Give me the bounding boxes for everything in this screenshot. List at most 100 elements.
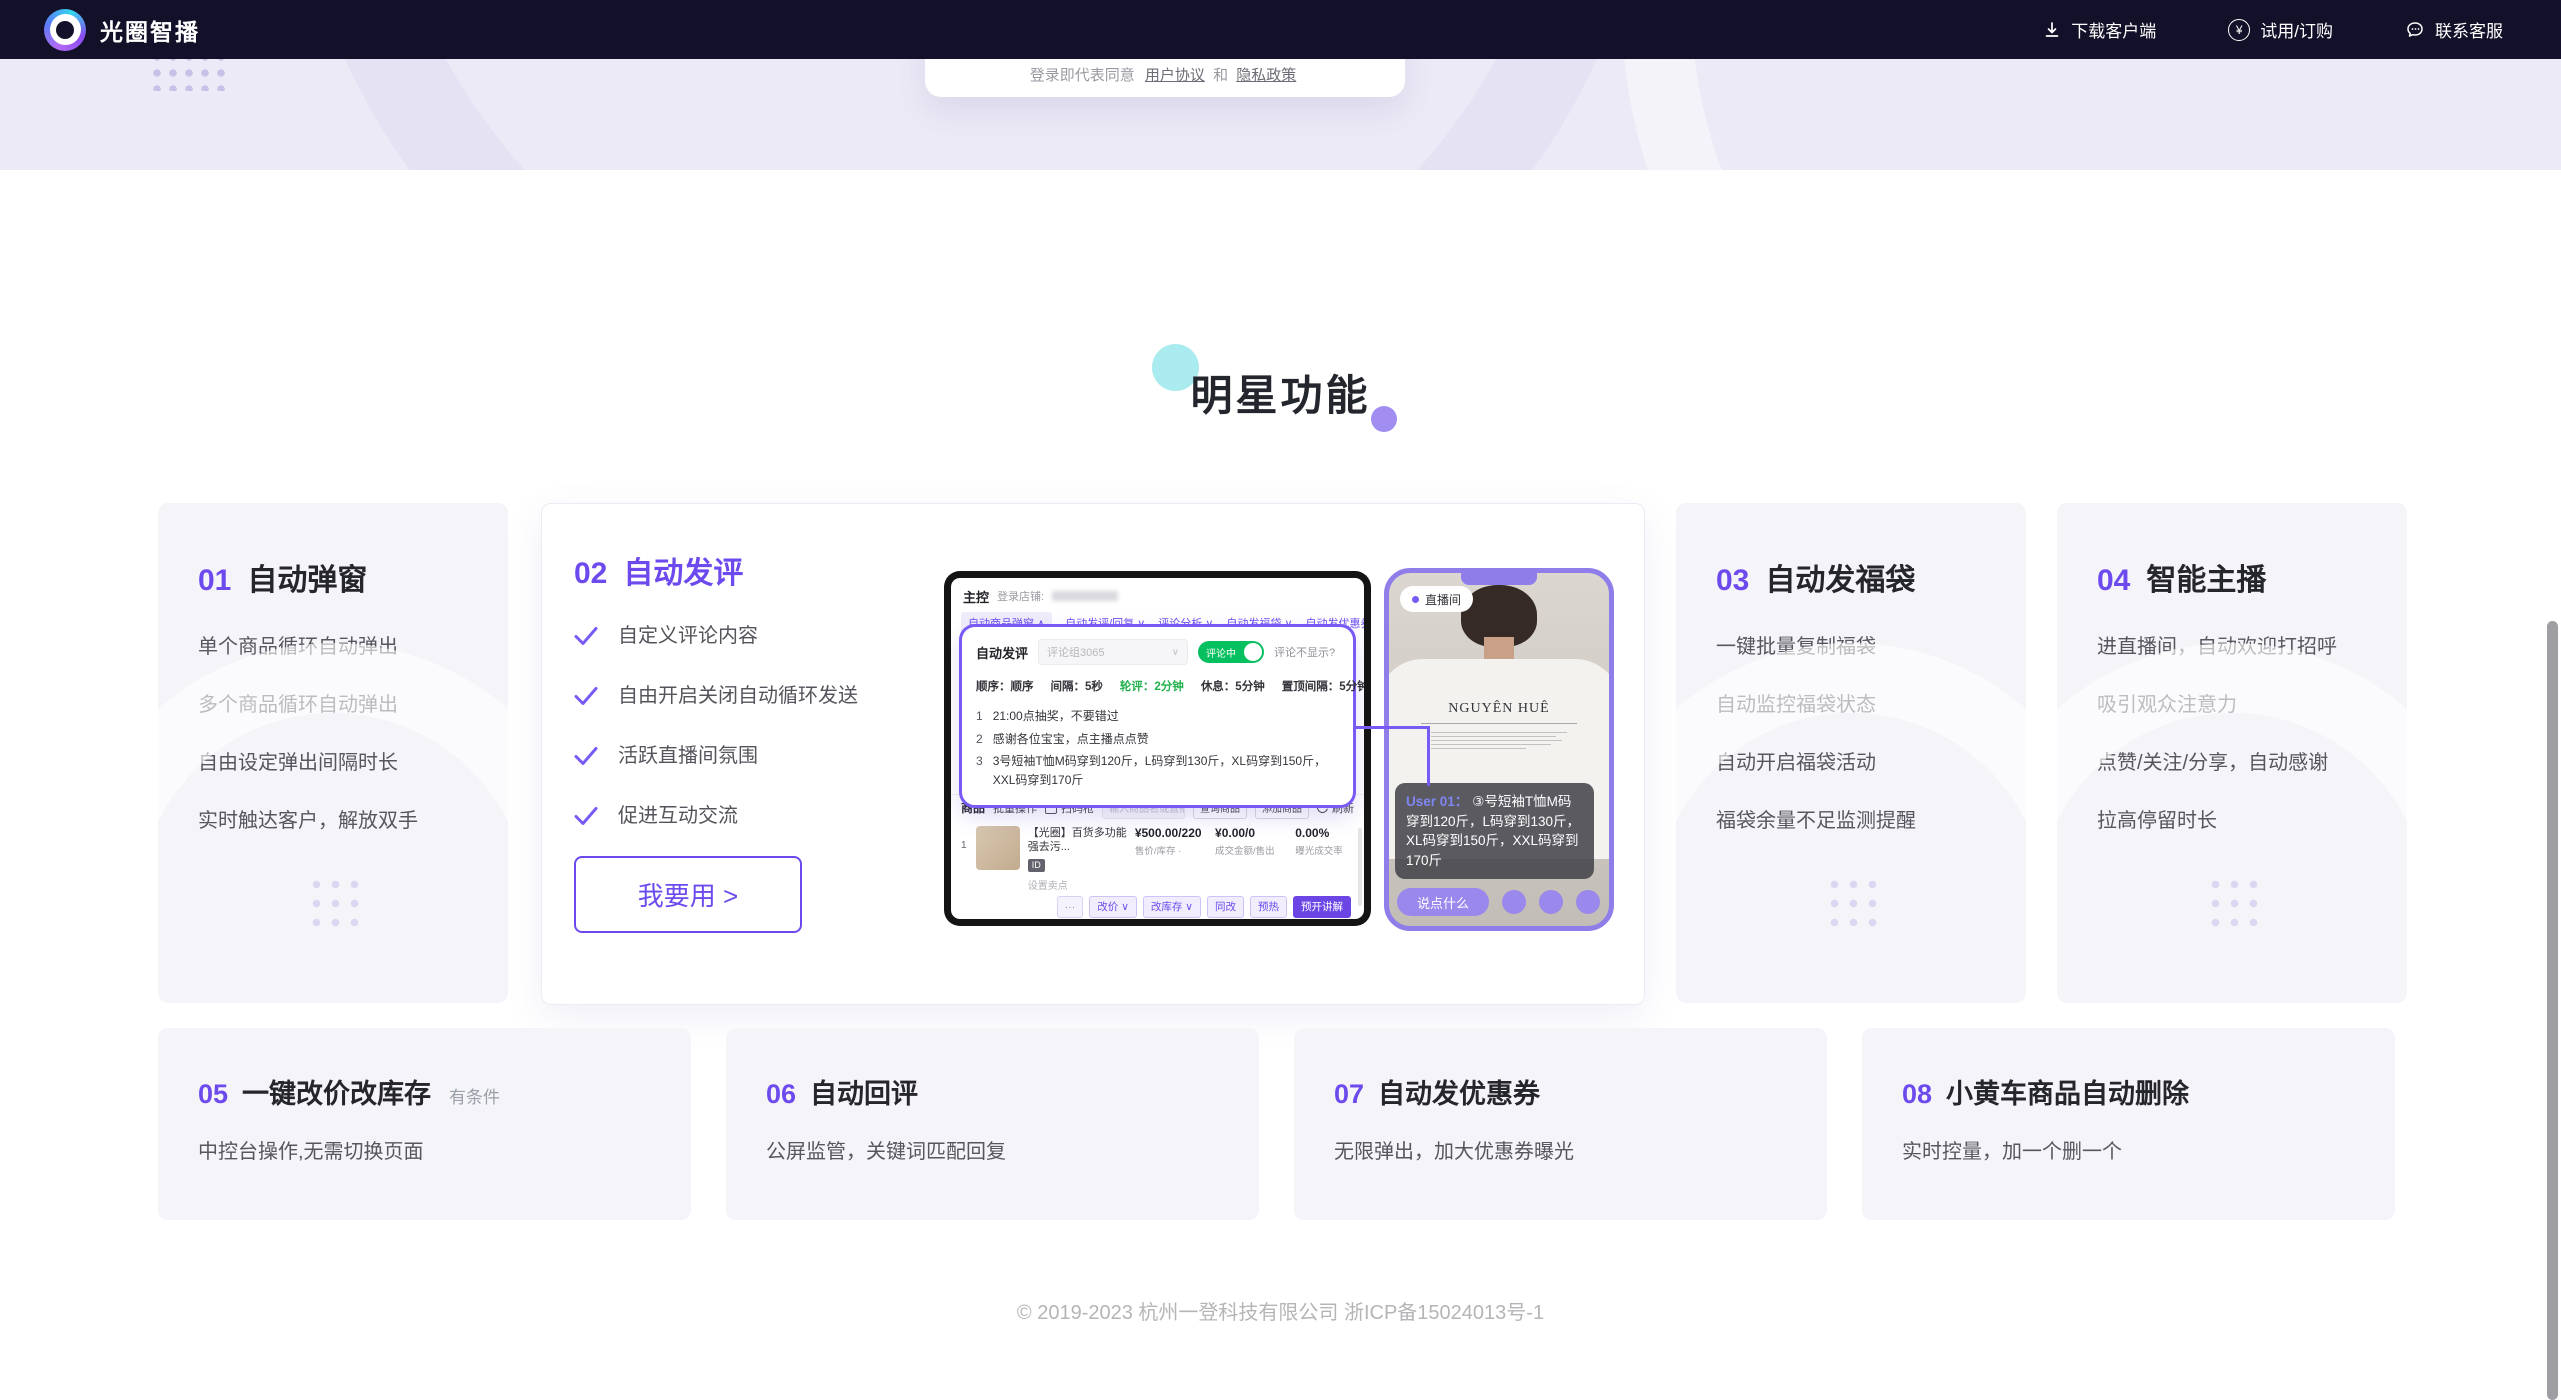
brand[interactable]: 光圈智播 (44, 9, 200, 51)
checkmark-icon (574, 686, 598, 706)
connector-line (1427, 726, 1430, 786)
mock-topbar-title: 主控 (963, 587, 989, 606)
rate-label: 曝光成交率 (1295, 843, 1349, 857)
feature-06-desc: 公屏监管，关键词匹配回复 (766, 1135, 1259, 1164)
yen-icon: ¥ (2228, 19, 2250, 41)
product-thumbnail (976, 826, 1020, 870)
nav-trial-label: 试用/订购 (2260, 17, 2333, 42)
user-agreement-link[interactable]: 用户协议 (1145, 67, 1205, 84)
feature-03-title: 自动发福袋 (1765, 555, 1915, 599)
check-item-label: 活跃直播间氛围 (618, 742, 758, 770)
popup-comment-list: 1 21:00点抽奖，不要错过 2 感谢各位宝宝，点主播点点赞 3 3号短袖T恤… (976, 707, 1339, 789)
price-value: ¥500.00/220 (1135, 826, 1207, 840)
agreement-prefix: 登录即代表同意 (1030, 67, 1135, 84)
feature-06-title: 自动回评 (810, 1072, 918, 1111)
nav-trial-order[interactable]: ¥ 试用/订购 (2228, 17, 2333, 42)
feature-07-title: 自动发优惠券 (1378, 1072, 1540, 1111)
card-dots-decoration (2206, 875, 2258, 927)
product-row: 1 【光圈】百货多功能强去污... ID 设置卖点 ¥500.00/220 售价… (951, 820, 1359, 892)
auto-comment-popup: 自动发评 评论组3065 ∨ 评论中 评论不显示? 顺序：顺序 间 (959, 624, 1356, 808)
card-circle-decoration (2057, 643, 2407, 1003)
comment-group-value: 评论组3065 (1047, 644, 1104, 660)
app-screenshot-mockup: 主控 登录店铺: 自动商品弹窗 ∧ 自动发评/回复 ∨ 评论分析 ∨ 自动发福袋… (944, 571, 1371, 926)
check-item-label: 促进互动交流 (618, 802, 738, 830)
feature-03-head: 03 自动发福袋 (1716, 555, 2026, 599)
mock-scrollbar (1358, 828, 1362, 906)
comment-row: 1 21:00点抽奖，不要错过 (976, 707, 1339, 726)
checkmark-icon (574, 746, 598, 766)
more-button: ··· (1057, 896, 1084, 918)
brand-logo-icon (44, 9, 86, 51)
feature-card-01: 01 自动弹窗 单个商品循环自动弹出 多个商品循环自动弹出 自由设定弹出间隔时长… (158, 503, 508, 1003)
title-purple-circle-decoration (1371, 406, 1397, 432)
feature-07-desc: 无限弹出，加大优惠券曝光 (1334, 1135, 1827, 1164)
live-room-badge: 直播间 (1400, 586, 1473, 612)
comment-toggle: 评论中 (1198, 641, 1264, 663)
product-name: 【光圈】百货多功能强去污... (1028, 826, 1127, 855)
feature-02-title: 自动发评 (623, 548, 743, 592)
feature-card-05: 05 一键改价改库存 有条件 中控台操作,无需切换页面 (158, 1028, 691, 1220)
feature-card-07: 07 自动发优惠券 无限弹出，加大优惠券曝光 (1294, 1028, 1827, 1220)
login-agreement: 登录即代表同意 用户协议 和 隐私政策 (925, 64, 1405, 85)
feature-04-head: 04 智能主播 (2097, 555, 2407, 599)
popup-title: 自动发评 (976, 643, 1028, 662)
change-stock-button: 改库存 ∨ (1143, 896, 1201, 918)
feature-card-08: 08 小黄车商品自动删除 实时控量，加一个删一个 (1862, 1028, 2395, 1220)
feature-08-number: 08 (1902, 1079, 1932, 1110)
use-it-button[interactable]: 我要用 > (574, 856, 802, 933)
shirt-print-text: NGUYÊN HUÊ (1384, 701, 1614, 717)
action-circle-icon (1502, 890, 1526, 914)
action-circle-icon (1576, 890, 1600, 914)
action-circle-icon (1539, 890, 1563, 914)
feature-04-title: 智能主播 (2146, 555, 2266, 599)
agreement-and: 和 (1213, 67, 1228, 84)
nav-contact-label: 联系客服 (2435, 17, 2503, 42)
feature-01-title: 自动弹窗 (247, 555, 367, 599)
footer-copyright: © 2019-2023 杭州一登科技有限公司 浙ICP备15024013号-1 (0, 1296, 2561, 1325)
feature-04-number: 04 (2097, 564, 2130, 598)
connector-line (1356, 726, 1430, 729)
sync-change-button: 同改 (1207, 896, 1244, 918)
brand-name: 光圈智播 (100, 13, 200, 47)
feature-05-number: 05 (198, 1079, 228, 1110)
comment-row: 3 3号短袖T恤M码穿到120斤，L码穿到130斤，XL码穿到150斤，XXL码… (976, 752, 1339, 789)
feature-card-02: 02 自动发评 自定义评论内容 自由开启关闭自动循环发送 活跃直播间氛围 促进互… (541, 503, 1645, 1005)
feature-06-number: 06 (766, 1079, 796, 1110)
pre-explain-button: 预开讲解 (1293, 896, 1351, 918)
chat-icon (2405, 20, 2425, 40)
phone-bottom-bar: 说点什么 (1397, 888, 1601, 916)
card-circle-decoration (1676, 643, 2026, 1003)
change-price-button: 改价 ∨ (1089, 896, 1137, 918)
feature-02-number: 02 (574, 557, 607, 591)
nav-contact-support[interactable]: 联系客服 (2405, 17, 2503, 42)
mock-topbar: 主控 登录店铺: (951, 578, 1364, 610)
feature-card-06: 06 自动回评 公屏监管，关键词匹配回复 (726, 1028, 1259, 1220)
hero-arc-decoration (1621, 59, 2561, 170)
hero-dots-decoration (149, 59, 227, 91)
hero-band: 登录即代表同意 用户协议 和 隐私政策 (0, 59, 2561, 170)
feature-08-title: 小黄车商品自动删除 (1946, 1072, 2189, 1111)
nav-download-client[interactable]: 下载客户端 (2043, 17, 2156, 42)
page-scrollbar-thumb[interactable] (2547, 621, 2558, 1400)
top-nav: 下载客户端 ¥ 试用/订购 联系客服 (2043, 17, 2503, 42)
live-comment-bubble: User 01：③号短袖T恤M码穿到120斤，L码穿到130斤，XL码穿到150… (1395, 783, 1594, 879)
feature-card-03: 03 自动发福袋 一键批量复制福袋 自动监控福袋状态 自动开启福袋活动 福袋余量… (1676, 503, 2026, 1003)
page: 光圈智播 下载客户端 ¥ 试用/订购 联系客服 (0, 0, 2561, 1400)
check-item-label: 自由开启关闭自动循环发送 (618, 682, 858, 710)
checkmark-icon (574, 806, 598, 826)
feature-07-number: 07 (1334, 1079, 1364, 1110)
toggle-knob (1244, 643, 1262, 661)
param: 置顶间隔：5分钟 (1282, 678, 1364, 694)
toggle-question-label: 评论不显示? (1274, 644, 1335, 660)
price-label: 售价/库存 · (1135, 843, 1207, 857)
id-badge: ID (1028, 859, 1045, 872)
comment-row: 2 感谢各位宝宝，点主播点点赞 (976, 730, 1339, 749)
conditional-tag: 有条件 (449, 1083, 500, 1108)
privacy-policy-link[interactable]: 隐私政策 (1236, 67, 1296, 84)
blurred-store-name (1052, 591, 1118, 601)
feature-01-head: 01 自动弹窗 (198, 555, 508, 599)
login-card: 登录即代表同意 用户协议 和 隐私政策 (925, 59, 1405, 97)
site-header: 光圈智播 下载客户端 ¥ 试用/订购 联系客服 (0, 0, 2561, 59)
row-action-buttons: ··· 改价 ∨ 改库存 ∨ 同改 预热 预开讲解 (951, 892, 1359, 919)
section-title: 明星功能 (0, 362, 2561, 423)
